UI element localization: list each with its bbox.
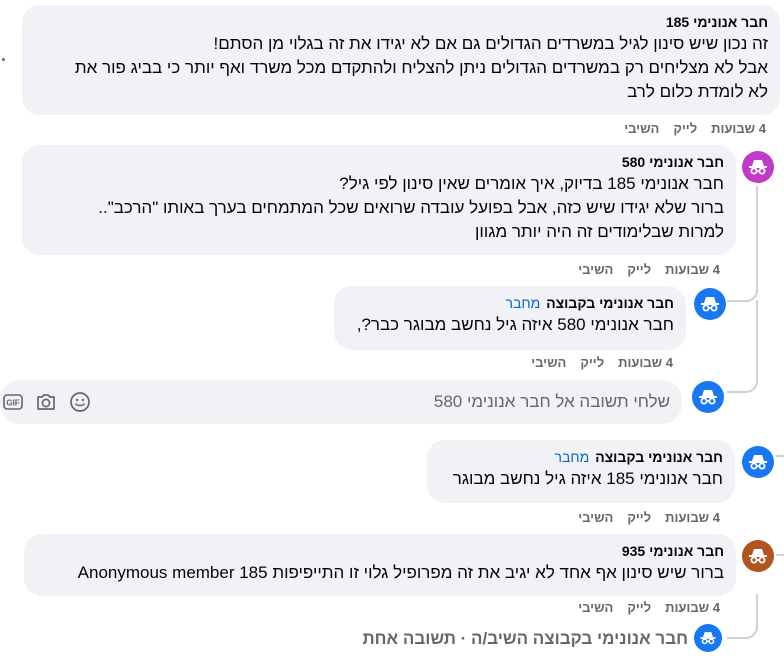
- reply-button[interactable]: השיבי: [578, 510, 613, 525]
- comment-actions: 4 שבועות לייק השיבי: [564, 510, 720, 526]
- thread-line: [756, 186, 758, 276]
- incognito-icon: [699, 390, 717, 405]
- incognito-icon: [749, 455, 767, 470]
- comment-time[interactable]: 4 שבועות: [665, 600, 720, 615]
- comment-time[interactable]: 4 שבועות: [711, 121, 766, 136]
- avatar[interactable]: [742, 540, 774, 572]
- camera-icon[interactable]: [35, 392, 57, 412]
- comment-time[interactable]: 4 שבועות: [618, 355, 673, 370]
- like-button[interactable]: לייק: [627, 510, 651, 525]
- reply-button[interactable]: השיבי: [624, 121, 659, 136]
- thread-line: [727, 300, 758, 393]
- comment-time[interactable]: 4 שבועות: [665, 262, 720, 277]
- thread-line: [776, 554, 784, 556]
- incognito-icon: [701, 297, 719, 312]
- avatar: [694, 624, 722, 652]
- incognito-icon: [749, 549, 767, 564]
- comment-time[interactable]: 4 שבועות: [665, 510, 720, 525]
- comment-text-line: למרות שבלימודים זה היה יותר מגוון: [475, 222, 724, 241]
- comment-actions: 4 שבועות לייק השיבי: [564, 600, 720, 616]
- comment-author[interactable]: חבר אנונימי בקבוצה: [546, 295, 674, 311]
- incognito-icon: [749, 160, 767, 175]
- author-badge: מחבר: [554, 449, 590, 465]
- avatar[interactable]: [742, 151, 774, 183]
- view-replies-link[interactable]: חבר אנונימי בקבוצה השיב/ה · תשובה אחת: [362, 629, 688, 649]
- avatar[interactable]: [742, 446, 774, 478]
- comment-text-line: זה נכון שיש סינון לגיל במשרדים הגדולים ג…: [213, 34, 768, 53]
- comment-author[interactable]: חבר אנונימי 185: [34, 13, 768, 32]
- comment-text-line: ברור שיש סינון אף אחד לא יגיב את זה מפרו…: [77, 563, 724, 582]
- comment-author[interactable]: חבר אנונימי בקבוצה: [595, 449, 723, 465]
- author-badge: מחבר: [505, 295, 541, 311]
- like-button[interactable]: לייק: [580, 355, 604, 370]
- comment-text-line: חבר אנונימי 185 איזה גיל נחשב מבוגר: [452, 469, 723, 488]
- reply-button[interactable]: השיבי: [531, 355, 566, 370]
- comment-actions: 4 שבועות לייק השיבי: [517, 355, 673, 371]
- avatar: [692, 381, 724, 413]
- comment-text-line: חבר אנונימי 185 בדיוק, איך אומרים שאין ס…: [339, 174, 724, 193]
- comment-text-line: אבל לא מצליחים רק במשרדים הגדולים ניתן ל…: [74, 58, 768, 77]
- comment-bubble: חבר אנונימי 185 זה נכון שיש סינון לגיל ב…: [22, 5, 780, 115]
- svg-text:GIF: GIF: [6, 399, 19, 408]
- thread-line: [727, 594, 758, 639]
- like-button[interactable]: לייק: [627, 600, 651, 615]
- comment-bubble: חבר אנונימי 935 ברור שיש סינון אף אחד לא…: [24, 534, 736, 596]
- reply-button[interactable]: השיבי: [578, 262, 613, 277]
- comment-text-line: לא לומדת כלום לרב: [627, 82, 768, 101]
- comment-actions: 4 שבועות לייק השיבי: [610, 121, 766, 137]
- avatar[interactable]: [694, 288, 726, 320]
- comment-author[interactable]: חבר אנונימי 935: [36, 542, 724, 561]
- like-button[interactable]: לייק: [673, 121, 697, 136]
- reply-input-placeholder: שלחי תשובה אל חבר אנונימי 580: [433, 392, 670, 411]
- comment-author[interactable]: חבר אנונימי 580: [34, 153, 724, 172]
- comment-bubble: חבר אנונימי 580 חבר אנונימי 185 בדיוק, א…: [22, 145, 736, 255]
- smiley-icon[interactable]: [69, 391, 91, 413]
- incognito-icon: [700, 632, 716, 645]
- more-dot: [2, 58, 5, 61]
- reply-input[interactable]: שלחי תשובה אל חבר אנונימי 580 GIF: [0, 380, 682, 424]
- thread-line: [727, 276, 758, 302]
- gif-icon[interactable]: GIF: [3, 393, 23, 411]
- comment-bubble: חבר אנונימי בקבוצה מחבר חבר אנונימי 185 א…: [427, 440, 735, 503]
- like-button[interactable]: לייק: [627, 262, 651, 277]
- comment-actions: 4 שבועות לייק השיבי: [564, 262, 720, 278]
- comment-text-line: ברור שלא יגידו שיש כזה, אבל בפועל עובדה …: [98, 198, 724, 217]
- comment-text-line: חבר אנונימי 580 איזה גיל נחשב מבוגר כבר?…: [356, 315, 674, 334]
- thread-line: [776, 455, 784, 457]
- comment-bubble: חבר אנונימי בקבוצה מחבר חבר אנונימי 580 א…: [334, 286, 686, 350]
- reply-button[interactable]: השיבי: [578, 600, 613, 615]
